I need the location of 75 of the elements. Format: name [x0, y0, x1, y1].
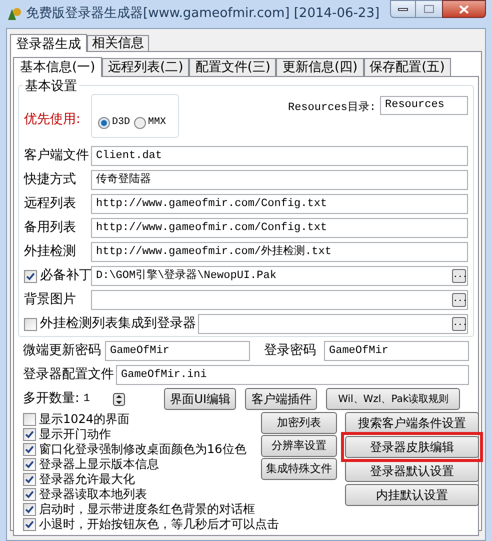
tab[interactable]: 保存配置(五)	[364, 58, 451, 76]
tab[interactable]: 基本信息(一)	[13, 57, 102, 77]
tab[interactable]: 更新信息(四)	[276, 58, 364, 76]
input-field[interactable]: http://www.gameofmir.com/Config.txt	[91, 218, 468, 238]
checkbox[interactable]	[23, 518, 36, 531]
app-icon	[6, 6, 22, 22]
button[interactable]: Wil、Wzl、Pak读取规则	[326, 388, 460, 410]
input-field[interactable]: Client.dat	[91, 146, 468, 166]
checkbox[interactable]	[23, 428, 36, 441]
number-spinner[interactable]: 1	[81, 390, 126, 408]
tab[interactable]: 登录器生成	[10, 34, 87, 52]
close-button[interactable]	[442, 0, 486, 18]
button[interactable]: 分辨率设置	[261, 435, 337, 457]
checkbox-label: 小退时，开始按钮灰色，等几秒后才可以点击	[39, 517, 279, 532]
checkbox-label: 启动时，显示带进度条红色背景的对话框	[39, 502, 255, 517]
radio-button[interactable]	[98, 116, 110, 128]
checkbox-label: 登录器读取本地列表	[39, 487, 147, 502]
checkbox-label: 显示1024的界面	[39, 412, 130, 427]
input-field[interactable]: 传奇登陆器	[91, 170, 468, 190]
tab[interactable]: 相关信息	[87, 35, 149, 51]
tab[interactable]: 远程列表(二)	[102, 58, 190, 76]
button[interactable]: 加密列表	[261, 412, 337, 434]
checkbox[interactable]	[23, 488, 36, 501]
priority-label: 优先使用:	[24, 111, 82, 129]
field-label: 微端更新密码	[23, 342, 101, 360]
field-label: 远程列表	[24, 195, 77, 214]
field-label: 客户端文件	[24, 147, 89, 166]
checkbox[interactable]	[23, 443, 36, 456]
tab[interactable]: 配置文件(三)	[189, 58, 276, 76]
field-label: 外挂检测	[24, 243, 77, 262]
checkbox-label: 显示开门动作	[39, 427, 111, 442]
checkbox-label: 必备补丁	[40, 267, 92, 286]
input-field[interactable]: http://www.gameofmir.com/外挂检测.txt	[91, 242, 468, 262]
browse-button[interactable]: ...	[452, 269, 466, 283]
input-field[interactable]: D:\GOM引擎\登录器\NewopUI.Pak ...	[91, 266, 468, 286]
field-label: 登录密码	[264, 342, 316, 360]
input-field[interactable]: Resources	[380, 96, 468, 115]
radio-button[interactable]	[134, 116, 146, 128]
radio-label: D3D	[112, 116, 130, 130]
field-label: 多开数量:	[23, 390, 80, 408]
checkbox[interactable]	[24, 318, 37, 330]
checkbox[interactable]	[23, 473, 36, 486]
button[interactable]: 集成特殊文件	[261, 458, 337, 480]
input-field[interactable]: GameOfMir	[105, 341, 250, 361]
button[interactable]: 登录器默认设置	[345, 460, 479, 482]
checkbox[interactable]	[24, 270, 37, 282]
checkbox-label: 登录器上显示版本信息	[39, 457, 159, 472]
checkbox[interactable]	[23, 503, 36, 516]
radio-label: MMX	[148, 116, 166, 130]
button[interactable]: 搜索客户端条件设置	[345, 412, 479, 434]
field-label: 登录器配置文件	[23, 366, 114, 384]
input-field[interactable]: GameOfMir.ini	[116, 365, 469, 385]
button[interactable]: 客户端插件	[245, 388, 318, 410]
checkbox[interactable]	[23, 413, 36, 426]
field-label: 备用列表	[24, 219, 77, 238]
input-field[interactable]: ...	[198, 314, 468, 334]
input-field[interactable]: ...	[91, 290, 468, 310]
spinner-arrows-icon	[113, 392, 126, 406]
checkbox-label: 登录器允许最大化	[39, 472, 135, 487]
button[interactable]: 界面UI编辑	[164, 388, 236, 410]
close-icon	[459, 4, 469, 14]
checkbox-label: 窗口化登录强制修改桌面颜色为16位色	[39, 442, 246, 457]
window-title: 免费版登录器生成器[www.gameofmir.com] [2014-06-23]	[26, 5, 380, 24]
checkbox[interactable]	[23, 458, 36, 471]
browse-button[interactable]: ...	[452, 317, 466, 331]
field-label: 背景图片	[24, 291, 77, 310]
input-field[interactable]: http://www.gameofmir.com/Config.txt	[91, 194, 468, 214]
field-label: 快捷方式	[24, 171, 77, 190]
button[interactable]: 内挂默认设置	[345, 484, 479, 506]
browse-button[interactable]: ...	[452, 293, 466, 307]
input-field[interactable]: GameOfMir	[324, 341, 469, 361]
button[interactable]: 登录器皮肤编辑	[345, 436, 479, 458]
minimize-button[interactable]	[390, 0, 416, 18]
field-label: Resources目录:	[288, 100, 376, 116]
checkbox-label: 外挂检测列表集成到登录器	[40, 315, 196, 334]
